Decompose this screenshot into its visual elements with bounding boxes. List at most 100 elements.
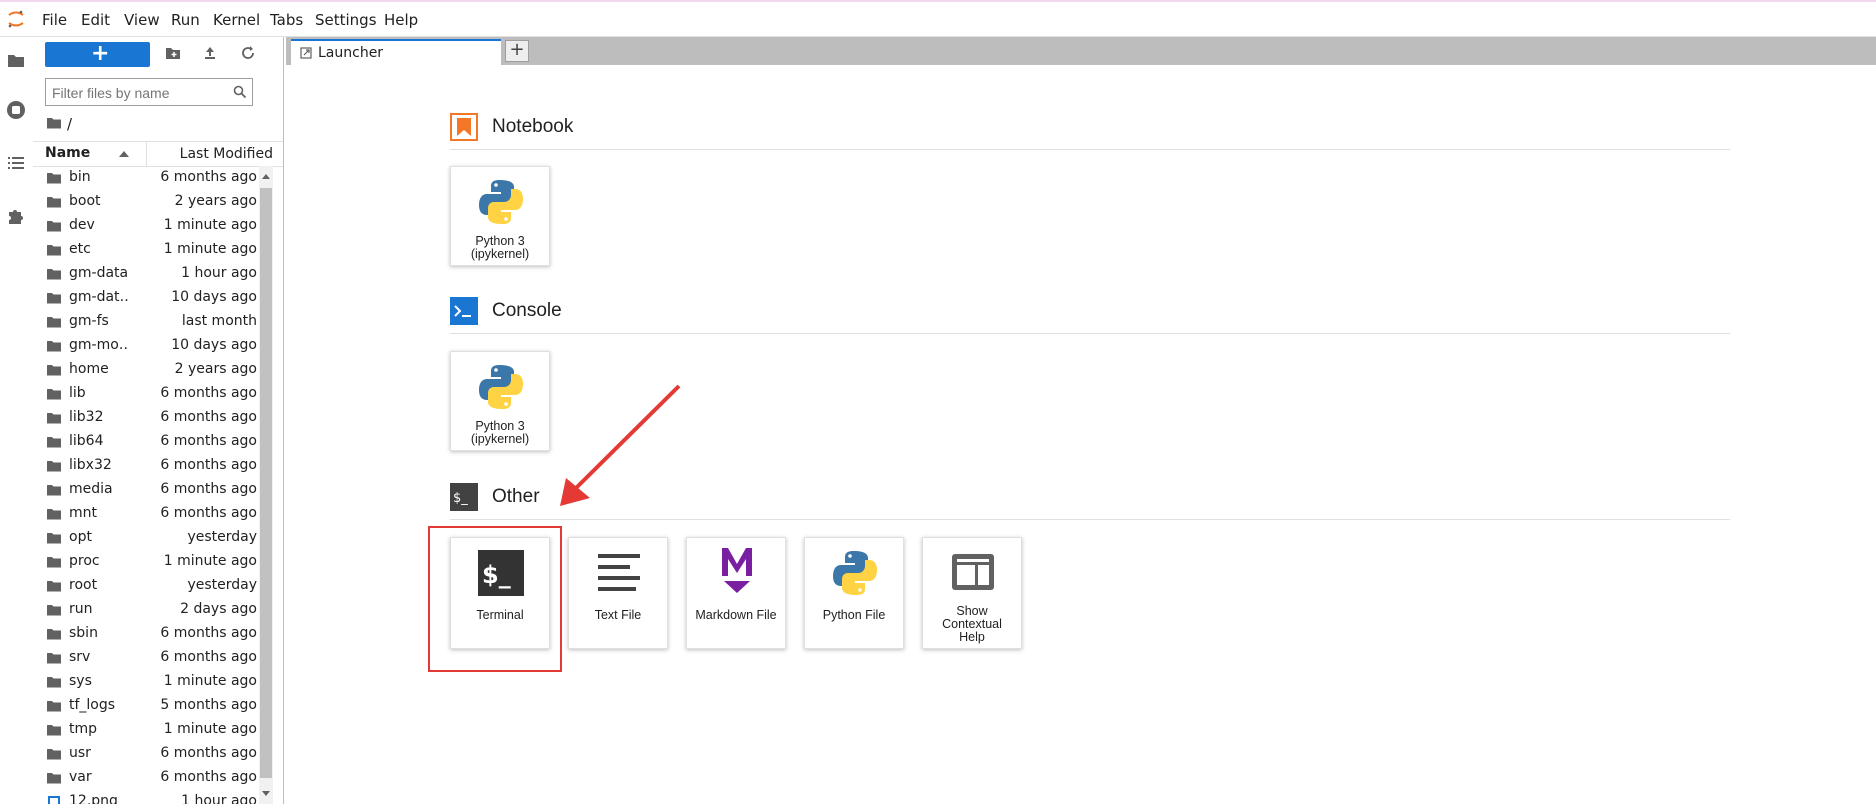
file-row[interactable]: opt yesterday (33, 526, 259, 550)
file-name: home (69, 361, 109, 377)
contextual-help-card[interactable]: Show Contextual Help (922, 537, 1022, 649)
puzzle-icon[interactable] (5, 205, 27, 227)
file-modified: yesterday (187, 577, 257, 593)
file-modified: yesterday (187, 529, 257, 545)
new-launcher-button[interactable]: + (45, 41, 150, 67)
file-row[interactable]: lib 6 months ago (33, 382, 259, 406)
file-name: etc (69, 241, 91, 257)
text-file-card[interactable]: Text File (568, 537, 668, 649)
breadcrumb-root[interactable]: / (67, 115, 72, 133)
python-file-card[interactable]: Python File (804, 537, 904, 649)
other-section-title: Other (492, 486, 540, 507)
new-folder-icon[interactable] (164, 44, 182, 62)
file-name: dev (69, 217, 95, 233)
column-separator[interactable] (146, 142, 147, 166)
list-icon[interactable] (5, 152, 27, 174)
file-row[interactable]: bin 6 months ago (33, 166, 259, 190)
search-icon (233, 85, 247, 99)
python-icon (833, 551, 877, 595)
file-row[interactable]: lib64 6 months ago (33, 430, 259, 454)
stop-circle-icon[interactable] (5, 99, 27, 121)
file-name: srv (69, 649, 91, 665)
file-row[interactable]: libx32 6 months ago (33, 454, 259, 478)
file-list-scrollbar[interactable] (259, 166, 273, 804)
folder-icon (47, 749, 61, 760)
notebook-python3-card[interactable]: Python 3 (ipykernel) (450, 166, 550, 266)
file-row[interactable]: gm-fs last month (33, 310, 259, 334)
file-row[interactable]: sbin 6 months ago (33, 622, 259, 646)
file-row[interactable]: var 6 months ago (33, 766, 259, 790)
scroll-down-icon[interactable] (259, 786, 273, 800)
folder-icon (47, 245, 61, 256)
scroll-up-icon[interactable] (259, 170, 273, 184)
menu-view[interactable]: View (124, 11, 160, 29)
sort-ascending-icon (119, 151, 129, 157)
file-row[interactable]: root yesterday (33, 574, 259, 598)
file-row[interactable]: gm-mo… 10 days ago (33, 334, 259, 358)
folder-icon (47, 677, 61, 688)
file-row[interactable]: tmp 1 minute ago (33, 718, 259, 742)
file-name: usr (69, 745, 91, 761)
file-browser-panel: + / Name Last Modified bin 6 months ago bo… (33, 37, 284, 804)
menu-file[interactable]: File (42, 11, 67, 29)
file-row[interactable]: run 2 days ago (33, 598, 259, 622)
menu-settings[interactable]: Settings (315, 11, 377, 29)
folder-icon (47, 118, 61, 129)
file-modified: 1 minute ago (163, 673, 257, 689)
file-name: bin (69, 169, 91, 185)
file-name: libx32 (69, 457, 112, 473)
file-modified: 2 days ago (180, 601, 257, 617)
file-name: sys (69, 673, 92, 689)
filter-input[interactable] (50, 82, 224, 104)
refresh-icon[interactable] (239, 44, 257, 62)
markdown-file-card[interactable]: Markdown File (686, 537, 786, 649)
add-tab-button[interactable]: + (505, 40, 529, 62)
menu-edit[interactable]: Edit (81, 11, 110, 29)
file-row[interactable]: home 2 years ago (33, 358, 259, 382)
file-row[interactable]: boot 2 years ago (33, 190, 259, 214)
annotation-highlight-box (428, 526, 562, 672)
folder-icon (47, 197, 61, 208)
file-row[interactable]: srv 6 months ago (33, 646, 259, 670)
file-row[interactable]: usr 6 months ago (33, 742, 259, 766)
column-last-modified[interactable]: Last Modified (180, 146, 273, 162)
folder-icon (47, 293, 61, 304)
file-row[interactable]: dev 1 minute ago (33, 214, 259, 238)
file-row[interactable]: sys 1 minute ago (33, 670, 259, 694)
file-list-header: Name Last Modified (33, 141, 283, 167)
folder-icon (47, 437, 61, 448)
file-name: 12.png (69, 793, 118, 804)
file-modified: 1 minute ago (163, 721, 257, 737)
column-name[interactable]: Name (45, 145, 90, 161)
file-row[interactable]: mnt 6 months ago (33, 502, 259, 526)
file-modified: 6 months ago (160, 505, 257, 521)
folder-icon[interactable] (5, 49, 27, 71)
file-row[interactable]: lib32 6 months ago (33, 406, 259, 430)
menu-help[interactable]: Help (384, 11, 418, 29)
tab-launcher[interactable]: Launcher (291, 39, 501, 65)
menu-tabs[interactable]: Tabs (270, 11, 303, 29)
file-modified: last month (181, 313, 257, 329)
file-row[interactable]: proc 1 minute ago (33, 550, 259, 574)
notebook-section-rule (450, 149, 1730, 150)
file-row[interactable]: 12.png 1 hour ago (33, 790, 259, 804)
file-modified: 6 months ago (160, 769, 257, 785)
file-name: gm-fs (69, 313, 109, 329)
folder-icon (47, 725, 61, 736)
scroll-thumb[interactable] (260, 188, 272, 778)
launcher-panel: Notebook Python 3 (ipykernel) Console Py… (290, 65, 1876, 804)
file-list: bin 6 months ago boot 2 years ago dev 1 minut… (33, 166, 259, 804)
file-row[interactable]: gm-dat… 10 days ago (33, 286, 259, 310)
file-row[interactable]: gm-data 1 hour ago (33, 262, 259, 286)
menu-run[interactable]: Run (171, 11, 200, 29)
activity-bar (0, 37, 34, 804)
folder-icon (47, 773, 61, 784)
file-row[interactable]: tf_logs 5 months ago (33, 694, 259, 718)
console-python3-card[interactable]: Python 3 (ipykernel) (450, 351, 550, 451)
console-section-title: Console (492, 300, 562, 321)
menu-kernel[interactable]: Kernel (213, 11, 260, 29)
file-row[interactable]: media 6 months ago (33, 478, 259, 502)
folder-icon (47, 269, 61, 280)
file-row[interactable]: etc 1 minute ago (33, 238, 259, 262)
upload-icon[interactable] (201, 44, 219, 62)
